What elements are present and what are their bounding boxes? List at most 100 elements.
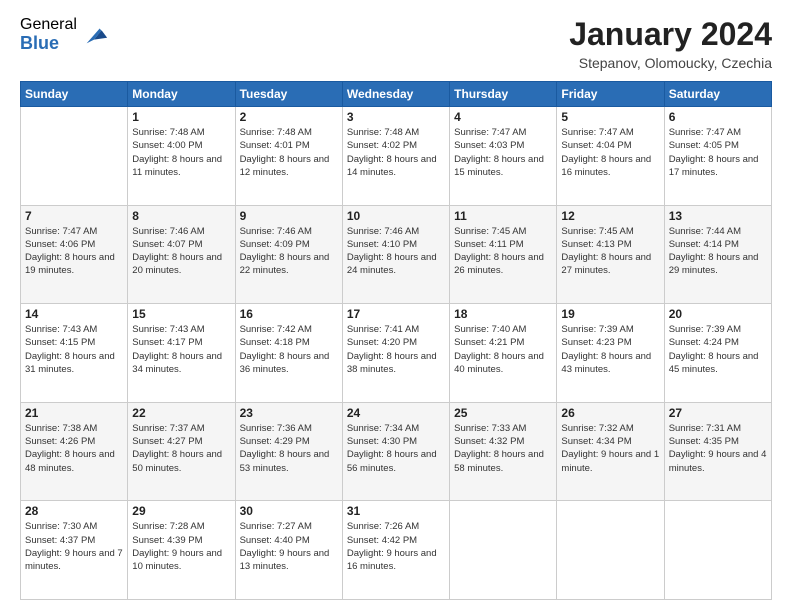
- day-number: 30: [240, 504, 338, 518]
- weekday-header-row: Sunday Monday Tuesday Wednesday Thursday…: [21, 82, 772, 107]
- day-number: 4: [454, 110, 552, 124]
- table-row: 25 Sunrise: 7:33 AMSunset: 4:32 PMDayligh…: [450, 402, 557, 501]
- day-number: 8: [132, 209, 230, 223]
- day-info: Sunrise: 7:47 AMSunset: 4:04 PMDaylight:…: [561, 126, 659, 179]
- table-row: 20Sunrise: 7:39 AMSunset: 4:24 PMDayligh…: [664, 304, 771, 403]
- day-info: Sunrise: 7:30 AMSunset: 4:37 PMDaylight:…: [25, 520, 123, 573]
- table-row: 22 Sunrise: 7:37 AMSunset: 4:27 PMDayligh…: [128, 402, 235, 501]
- header-friday: Friday: [557, 82, 664, 107]
- day-info: Sunrise: 7:48 AMSunset: 4:00 PMDaylight:…: [132, 126, 230, 179]
- table-row: 30 Sunrise: 7:27 AMSunset: 4:40 PMDayligh…: [235, 501, 342, 600]
- table-row: 26 Sunrise: 7:32 AMSunset: 4:34 PMDayligh…: [557, 402, 664, 501]
- day-number: 1: [132, 110, 230, 124]
- day-info: Sunrise: 7:46 AMSunset: 4:10 PMDaylight:…: [347, 225, 445, 278]
- day-info: Sunrise: 7:43 AMSunset: 4:17 PMDaylight:…: [132, 323, 230, 376]
- day-info: Sunrise: 7:45 AMSunset: 4:11 PMDaylight:…: [454, 225, 552, 278]
- day-number: 25: [454, 406, 552, 420]
- day-number: 16: [240, 307, 338, 321]
- day-info: Sunrise: 7:46 AMSunset: 4:07 PMDaylight:…: [132, 225, 230, 278]
- title-block: January 2024 Stepanov, Olomoucky, Czechi…: [569, 16, 772, 71]
- day-number: 21: [25, 406, 123, 420]
- day-info: Sunrise: 7:27 AMSunset: 4:40 PMDaylight:…: [240, 520, 338, 573]
- logo-icon: [81, 21, 109, 49]
- day-info: Sunrise: 7:36 AMSunset: 4:29 PMDaylight:…: [240, 422, 338, 475]
- table-row: 21 Sunrise: 7:38 AMSunset: 4:26 PMDayligh…: [21, 402, 128, 501]
- table-row: 8 Sunrise: 7:46 AMSunset: 4:07 PMDaylight…: [128, 205, 235, 304]
- month-title: January 2024: [569, 16, 772, 53]
- table-row: 5 Sunrise: 7:47 AMSunset: 4:04 PMDaylight…: [557, 107, 664, 206]
- day-info: Sunrise: 7:37 AMSunset: 4:27 PMDaylight:…: [132, 422, 230, 475]
- day-number: 13: [669, 209, 767, 223]
- calendar-page: General Blue January 2024 Stepanov, Olom…: [0, 0, 792, 612]
- logo: General Blue: [20, 16, 109, 53]
- logo-blue: Blue: [20, 34, 77, 54]
- calendar-table: Sunday Monday Tuesday Wednesday Thursday…: [20, 81, 772, 600]
- day-info: Sunrise: 7:42 AMSunset: 4:18 PMDaylight:…: [240, 323, 338, 376]
- day-info: Sunrise: 7:38 AMSunset: 4:26 PMDaylight:…: [25, 422, 123, 475]
- day-info: Sunrise: 7:48 AMSunset: 4:02 PMDaylight:…: [347, 126, 445, 179]
- day-number: 29: [132, 504, 230, 518]
- table-row: 16 Sunrise: 7:42 AMSunset: 4:18 PMDayligh…: [235, 304, 342, 403]
- table-row: [557, 501, 664, 600]
- table-row: 9Sunrise: 7:46 AMSunset: 4:09 PMDaylight…: [235, 205, 342, 304]
- header-saturday: Saturday: [664, 82, 771, 107]
- table-row: 27 Sunrise: 7:31 AMSunset: 4:35 PMDayligh…: [664, 402, 771, 501]
- table-row: 29 Sunrise: 7:28 AMSunset: 4:39 PMDayligh…: [128, 501, 235, 600]
- table-row: 28 Sunrise: 7:30 AMSunset: 4:37 PMDayligh…: [21, 501, 128, 600]
- header-monday: Monday: [128, 82, 235, 107]
- day-info: Sunrise: 7:41 AMSunset: 4:20 PMDaylight:…: [347, 323, 445, 376]
- day-number: 11: [454, 209, 552, 223]
- day-info: Sunrise: 7:46 AMSunset: 4:09 PMDaylight:…: [240, 225, 338, 278]
- day-number: 14: [25, 307, 123, 321]
- location-subtitle: Stepanov, Olomoucky, Czechia: [569, 55, 772, 71]
- table-row: [450, 501, 557, 600]
- day-number: 26: [561, 406, 659, 420]
- table-row: 1 Sunrise: 7:48 AMSunset: 4:00 PMDaylight…: [128, 107, 235, 206]
- header-thursday: Thursday: [450, 82, 557, 107]
- table-row: 12 Sunrise: 7:45 AMSunset: 4:13 PMDayligh…: [557, 205, 664, 304]
- header-sunday: Sunday: [21, 82, 128, 107]
- day-number: 7: [25, 209, 123, 223]
- table-row: 17Sunrise: 7:41 AMSunset: 4:20 PMDayligh…: [342, 304, 449, 403]
- day-info: Sunrise: 7:28 AMSunset: 4:39 PMDaylight:…: [132, 520, 230, 573]
- table-row: 7 Sunrise: 7:47 AMSunset: 4:06 PMDaylight…: [21, 205, 128, 304]
- day-number: 28: [25, 504, 123, 518]
- day-info: Sunrise: 7:44 AMSunset: 4:14 PMDaylight:…: [669, 225, 767, 278]
- day-number: 31: [347, 504, 445, 518]
- day-number: 12: [561, 209, 659, 223]
- table-row: 11 Sunrise: 7:45 AMSunset: 4:11 PMDayligh…: [450, 205, 557, 304]
- day-number: 20: [669, 307, 767, 321]
- day-info: Sunrise: 7:32 AMSunset: 4:34 PMDaylight:…: [561, 422, 659, 475]
- day-number: 6: [669, 110, 767, 124]
- table-row: 4 Sunrise: 7:47 AMSunset: 4:03 PMDaylight…: [450, 107, 557, 206]
- day-number: 2: [240, 110, 338, 124]
- table-row: [21, 107, 128, 206]
- day-number: 10: [347, 209, 445, 223]
- day-info: Sunrise: 7:47 AMSunset: 4:06 PMDaylight:…: [25, 225, 123, 278]
- day-number: 22: [132, 406, 230, 420]
- header-wednesday: Wednesday: [342, 82, 449, 107]
- table-row: [664, 501, 771, 600]
- day-number: 5: [561, 110, 659, 124]
- day-info: Sunrise: 7:43 AMSunset: 4:15 PMDaylight:…: [25, 323, 123, 376]
- table-row: 6Sunrise: 7:47 AMSunset: 4:05 PMDaylight…: [664, 107, 771, 206]
- table-row: 15Sunrise: 7:43 AMSunset: 4:17 PMDayligh…: [128, 304, 235, 403]
- table-row: 18 Sunrise: 7:40 AMSunset: 4:21 PMDayligh…: [450, 304, 557, 403]
- day-info: Sunrise: 7:34 AMSunset: 4:30 PMDaylight:…: [347, 422, 445, 475]
- day-number: 27: [669, 406, 767, 420]
- table-row: 31 Sunrise: 7:26 AMSunset: 4:42 PMDayligh…: [342, 501, 449, 600]
- table-row: 13 Sunrise: 7:44 AMSunset: 4:14 PMDayligh…: [664, 205, 771, 304]
- header: General Blue January 2024 Stepanov, Olom…: [20, 16, 772, 71]
- day-info: Sunrise: 7:33 AMSunset: 4:32 PMDaylight:…: [454, 422, 552, 475]
- day-number: 3: [347, 110, 445, 124]
- table-row: 2Sunrise: 7:48 AMSunset: 4:01 PMDaylight…: [235, 107, 342, 206]
- day-number: 18: [454, 307, 552, 321]
- day-info: Sunrise: 7:47 AMSunset: 4:03 PMDaylight:…: [454, 126, 552, 179]
- day-info: Sunrise: 7:26 AMSunset: 4:42 PMDaylight:…: [347, 520, 445, 573]
- logo-general: General: [20, 16, 77, 34]
- day-number: 19: [561, 307, 659, 321]
- day-info: Sunrise: 7:40 AMSunset: 4:21 PMDaylight:…: [454, 323, 552, 376]
- day-info: Sunrise: 7:31 AMSunset: 4:35 PMDaylight:…: [669, 422, 767, 475]
- table-row: 10 Sunrise: 7:46 AMSunset: 4:10 PMDayligh…: [342, 205, 449, 304]
- day-info: Sunrise: 7:45 AMSunset: 4:13 PMDaylight:…: [561, 225, 659, 278]
